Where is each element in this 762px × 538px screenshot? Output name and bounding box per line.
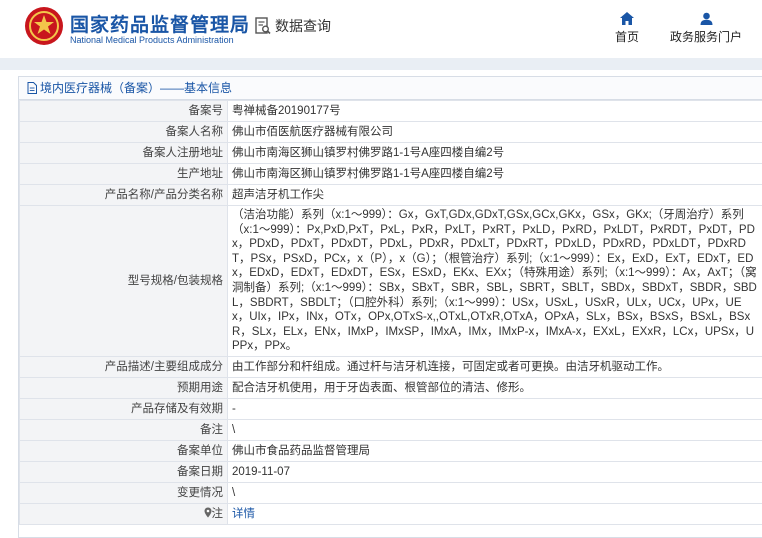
field-label-registrant-name: 备案人名称 <box>20 122 228 143</box>
field-value-remarks: \ <box>228 419 762 440</box>
field-label-note: 注 <box>20 503 228 524</box>
nav-home-label: 首页 <box>615 30 639 44</box>
record-detail-panel: 境内医疗器械（备案）——基本信息 备案号粤禅械备20190177号 备案人名称佛… <box>18 76 762 538</box>
field-value-storage-validity: - <box>228 398 762 419</box>
data-query-label: 数据查询 <box>275 16 331 36</box>
home-icon <box>620 12 634 25</box>
nav-service-portal-label: 政务服务门户 <box>670 30 742 44</box>
field-label-change-status: 变更情况 <box>20 482 228 503</box>
field-value-intended-use: 配合洁牙机使用，用于牙齿表面、根管部位的清洁、修形。 <box>228 377 762 398</box>
field-value-registrant-name: 佛山市佰医航医疗器械有限公司 <box>228 122 762 143</box>
field-value-model-spec: （洁治功能）系列（x:1～999）：Gx，GxT,GDx,GDxT,GSx,GC… <box>228 206 762 357</box>
field-label-record-number: 备案号 <box>20 101 228 122</box>
field-value-filing-unit: 佛山市食品药品监督管理局 <box>228 440 762 461</box>
field-value-production-address: 佛山市南海区狮山镇罗村佛罗路1-1号A座四楼自编2号 <box>228 164 762 185</box>
table-row: 产品名称/产品分类名称超声洁牙机工作尖 <box>20 185 762 206</box>
field-label-filing-unit: 备案单位 <box>20 440 228 461</box>
panel-title-text: 境内医疗器械（备案）——基本信息 <box>40 77 232 99</box>
nav-service-portal[interactable]: 政务服务门户 <box>670 12 742 45</box>
field-value-registrant-address: 佛山市南海区狮山镇罗村佛罗路1-1号A座四楼自编2号 <box>228 143 762 164</box>
table-row: 产品描述/主要组成成分由工作部分和杆组成。通过杆与洁牙机连接，可固定或者可更换。… <box>20 356 762 377</box>
document-icon <box>27 82 37 94</box>
user-icon <box>700 12 713 25</box>
table-row: 变更情况\ <box>20 482 762 503</box>
field-label-storage-validity: 产品存储及有效期 <box>20 398 228 419</box>
site-header: 国家药品监督管理局 National Medical Products Admi… <box>0 0 762 58</box>
field-value-change-status: \ <box>228 482 762 503</box>
header-divider-band <box>0 58 762 70</box>
field-label-model-spec: 型号规格/包装规格 <box>20 206 228 357</box>
nav-home[interactable]: 首页 <box>615 12 639 45</box>
field-value-record-number: 粤禅械备20190177号 <box>228 101 762 122</box>
table-row: 备案人名称佛山市佰医航医疗器械有限公司 <box>20 122 762 143</box>
national-emblem-logo <box>24 6 64 46</box>
document-search-icon <box>255 17 271 35</box>
org-name-en: National Medical Products Administration <box>70 35 234 45</box>
field-label-production-address: 生产地址 <box>20 164 228 185</box>
table-row: 备注\ <box>20 419 762 440</box>
field-label-product-name: 产品名称/产品分类名称 <box>20 185 228 206</box>
note-label-text: 注 <box>212 508 224 520</box>
table-row: 产品存储及有效期- <box>20 398 762 419</box>
table-row: 生产地址佛山市南海区狮山镇罗村佛罗路1-1号A座四楼自编2号 <box>20 164 762 185</box>
location-pin-icon <box>204 507 212 518</box>
field-label-product-description: 产品描述/主要组成成分 <box>20 356 228 377</box>
table-row: 预期用途配合洁牙机使用，用于牙齿表面、根管部位的清洁、修形。 <box>20 377 762 398</box>
field-label-remarks: 备注 <box>20 419 228 440</box>
table-row: 备案单位佛山市食品药品监督管理局 <box>20 440 762 461</box>
table-row: 型号规格/包装规格（洁治功能）系列（x:1～999）：Gx，GxT,GDx,GD… <box>20 206 762 357</box>
field-value-filing-date: 2019-11-07 <box>228 461 762 482</box>
field-value-product-name: 超声洁牙机工作尖 <box>228 185 762 206</box>
field-value-note: 详情 <box>228 503 762 524</box>
table-row: 备案人注册地址佛山市南海区狮山镇罗村佛罗路1-1号A座四楼自编2号 <box>20 143 762 164</box>
field-label-registrant-address: 备案人注册地址 <box>20 143 228 164</box>
org-name-cn[interactable]: 国家药品监督管理局 <box>70 10 250 37</box>
field-label-intended-use: 预期用途 <box>20 377 228 398</box>
panel-title: 境内医疗器械（备案）——基本信息 <box>19 77 762 100</box>
data-query-link[interactable]: 数据查询 <box>255 16 331 36</box>
table-row: 注 详情 <box>20 503 762 524</box>
field-label-filing-date: 备案日期 <box>20 461 228 482</box>
record-detail-table: 备案号粤禅械备20190177号 备案人名称佛山市佰医航医疗器械有限公司 备案人… <box>19 100 762 525</box>
table-row: 备案号粤禅械备20190177号 <box>20 101 762 122</box>
table-row: 备案日期2019-11-07 <box>20 461 762 482</box>
details-link[interactable]: 详情 <box>232 508 255 520</box>
field-value-product-description: 由工作部分和杆组成。通过杆与洁牙机连接，可固定或者可更换。由洁牙机驱动工作。 <box>228 356 762 377</box>
